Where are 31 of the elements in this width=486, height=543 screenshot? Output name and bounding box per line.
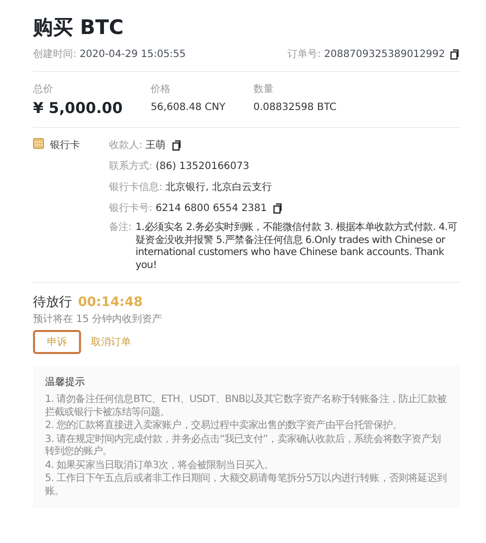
status-label: 待放行 xyxy=(33,294,72,311)
payment-field: 银行卡号: 6214 6800 6554 2381 xyxy=(109,201,267,215)
tip-item: 1. 请勿备注任何信息BTC、ETH、USDT、BNB以及其它数字资产名称于转账备注，防止汇款被拦截或银行卡被冻结等问题。 xyxy=(45,394,448,419)
copy-icon[interactable] xyxy=(450,48,460,60)
payment-method: 银行卡 xyxy=(50,138,80,152)
payment-field: 收款人: 王萌 xyxy=(109,138,166,152)
tip-item: 5. 工作日下午五点后或者非工作日期间，大额交易请每笔拆分5万以内进行转账，否则将延迟到账。 xyxy=(45,473,448,498)
tip-item: 2. 您的汇款将直接进入卖家账户，交易过程中卖家出售的数字资产由平台托管保护。 xyxy=(45,420,404,432)
note-text: 1.必须实名 2.务必实时到账，不能微信付款 3. 根据本单收款方式付款. 4.可疑资金没收并报警 5.严禁备注任何信息 6.Only trades with Chinese or international customers who have Chinese bank accounts. Thank you! xyxy=(135,222,458,272)
status-hint: 预计将在 15 分钟内收到资产 xyxy=(33,312,164,326)
countdown-timer: 00:14:48 xyxy=(78,295,143,310)
summary-value: 56,608.48 CNY xyxy=(150,102,226,113)
summary-label: 价格 xyxy=(150,82,172,96)
tip-item: 4. 如果买家当日取消订单3次，将会被限制当日买入。 xyxy=(45,460,275,472)
summary-value: 0.08832598 BTC xyxy=(253,102,336,113)
note-label: 备注: xyxy=(109,222,132,235)
copy-icon[interactable] xyxy=(272,202,283,214)
created-time: 创建时间: 2020-04-29 15:05:55 xyxy=(33,48,186,61)
copy-icon[interactable] xyxy=(172,140,182,150)
payment-field: 联系方式: (86) 13520166073 xyxy=(109,159,250,173)
payment-field: 银行卡信息: 北京银行, 北京白云支行 xyxy=(109,180,272,194)
appeal-button[interactable]: 申诉 xyxy=(33,330,81,354)
tip-item: 3. 请在规定时间内完成付款，并务必点击“我已支付”，卖家确认收款后，系统会将数字资产划转到您的账户。 xyxy=(45,434,442,458)
summary-value: ¥ 5,000.00 xyxy=(33,99,123,117)
bank-card-icon xyxy=(33,138,44,149)
summary-label: 总价 xyxy=(33,82,54,96)
order-number: 订单号: 2088709325389012992 xyxy=(288,48,445,61)
page-title: 购买 BTC xyxy=(33,14,125,41)
tips-title: 温馨提示 xyxy=(45,376,86,389)
summary-label: 数量 xyxy=(253,83,274,96)
cancel-order-link[interactable]: 取消订单 xyxy=(89,330,133,354)
